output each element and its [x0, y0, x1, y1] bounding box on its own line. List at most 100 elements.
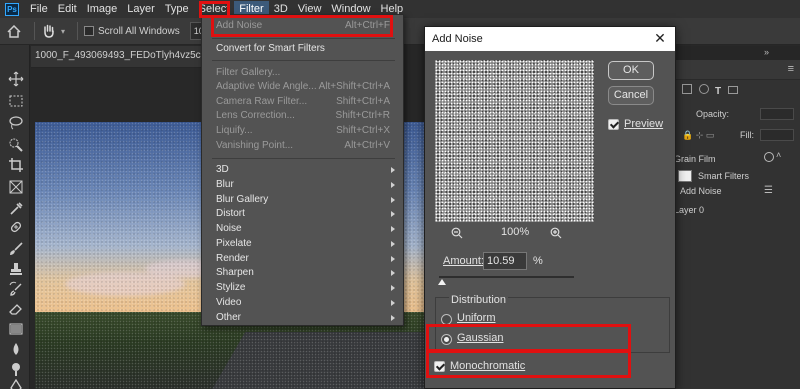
menu-item-stylize[interactable]: Stylize — [202, 281, 403, 295]
fill-label: Fill: — [740, 130, 754, 140]
move-tool-icon[interactable] — [8, 71, 24, 87]
zoom-percent: 100% — [501, 226, 530, 238]
smart-filters-label[interactable]: Smart Filters — [698, 171, 749, 181]
pen-tool-icon[interactable] — [8, 378, 24, 389]
panel-tabs: ≡ — [676, 60, 800, 80]
amount-unit: % — [533, 255, 543, 267]
blur-tool-icon[interactable] — [8, 341, 24, 357]
close-icon[interactable]: ✕ — [653, 31, 667, 45]
menu-item-convert-smart-filters[interactable]: Convert for Smart Filters — [202, 42, 403, 56]
zoom-out-icon[interactable] — [451, 227, 463, 239]
menu-item-sharpen[interactable]: Sharpen — [202, 266, 403, 280]
expand-arrow-icon[interactable]: ˄ — [776, 150, 781, 160]
clone-stamp-tool-icon[interactable] — [8, 261, 24, 277]
filter-item-label[interactable]: Add Noise — [680, 186, 722, 196]
menu-item-other[interactable]: Other — [202, 311, 403, 325]
frame-tool-icon[interactable] — [8, 179, 24, 195]
menu-item-3d[interactable]: 3D — [202, 163, 403, 177]
menu-item-video[interactable]: Video — [202, 296, 403, 310]
menu-item-vanishing-point[interactable]: Vanishing Point... Alt+Ctrl+V — [202, 139, 403, 153]
panel-menu-icon[interactable]: ≡ — [788, 63, 794, 75]
brush-tool-icon[interactable] — [8, 241, 24, 257]
menu-type[interactable]: Type — [160, 1, 194, 17]
photoshop-window: Ps File Edit Image Layer Type Select Fil… — [0, 0, 800, 389]
menu-item-distort[interactable]: Distort — [202, 207, 403, 221]
menu-item-lens-correction[interactable]: Lens Correction... Shift+Ctrl+R — [202, 109, 403, 123]
menu-item-render[interactable]: Render — [202, 252, 403, 266]
divider — [77, 22, 79, 40]
smart-object-icon — [764, 152, 774, 162]
tools-panel — [0, 45, 30, 389]
noise-preview[interactable] — [435, 60, 594, 222]
healing-brush-tool-icon[interactable] — [8, 219, 24, 235]
image-filter-icon[interactable] — [682, 84, 692, 94]
layer-group-name[interactable]: Grain Film — [674, 154, 716, 164]
submenu-arrow-icon — [391, 256, 395, 262]
home-icon[interactable] — [0, 24, 28, 38]
submenu-arrow-icon — [391, 211, 395, 217]
filter-menu: Add Noise Alt+Ctrl+F Convert for Smart F… — [201, 14, 404, 326]
menu-image[interactable]: Image — [82, 1, 123, 17]
lasso-tool-icon[interactable] — [8, 115, 24, 131]
panel-collapse-strip: » — [676, 46, 800, 60]
photoshop-logo-icon: Ps — [5, 2, 19, 16]
submenu-arrow-icon — [391, 197, 395, 203]
preview-label: Preview — [624, 118, 664, 130]
opacity-field[interactable] — [760, 108, 794, 120]
dodge-tool-icon[interactable] — [8, 361, 24, 377]
crop-tool-icon[interactable] — [8, 157, 24, 173]
menu-file[interactable]: File — [25, 1, 53, 17]
menu-item-liquify[interactable]: Liquify... Shift+Ctrl+X — [202, 124, 403, 138]
highlight-gaussian — [426, 324, 631, 352]
amount-label: Amount: — [443, 255, 484, 267]
menu-item-camera-raw-filter[interactable]: Camera Raw Filter... Shift+Ctrl+A — [202, 95, 403, 109]
opacity-label: Opacity: — [696, 109, 730, 119]
quick-select-tool-icon[interactable] — [8, 137, 24, 153]
menu-item-filter-gallery[interactable]: Filter Gallery... — [202, 66, 403, 80]
amount-input[interactable]: 10.59 — [483, 252, 527, 270]
submenu-arrow-icon — [391, 241, 395, 247]
double-chevron-icon[interactable]: » — [764, 47, 769, 57]
dialog-title: Add Noise — [425, 27, 675, 51]
adjustment-filter-icon[interactable] — [698, 84, 709, 94]
submenu-arrow-icon — [391, 270, 395, 276]
history-brush-tool-icon[interactable] — [8, 281, 24, 297]
menu-item-pixelate[interactable]: Pixelate — [202, 237, 403, 251]
scroll-all-windows-checkbox[interactable] — [84, 26, 95, 36]
fill-field[interactable] — [760, 129, 794, 141]
uniform-label: Uniform — [457, 312, 496, 324]
smart-filters-thumbnail — [678, 170, 692, 182]
ok-button[interactable]: OK — [608, 61, 654, 80]
type-filter-icon[interactable]: T — [715, 86, 721, 97]
zoom-in-icon[interactable] — [550, 227, 562, 239]
layer-name[interactable]: Layer 0 — [674, 205, 704, 215]
eyedropper-tool-icon[interactable] — [8, 201, 24, 217]
menu-item-blur[interactable]: Blur — [202, 178, 403, 192]
blending-options-icon[interactable]: ☰ — [764, 185, 773, 196]
chevron-down-icon[interactable]: ▾ — [61, 27, 65, 36]
gradient-tool-icon[interactable] — [8, 321, 24, 337]
cancel-button[interactable]: Cancel — [608, 86, 654, 105]
eraser-tool-icon[interactable] — [8, 301, 24, 317]
preview-checkbox[interactable] — [608, 119, 619, 130]
filter-kind-row: T — [682, 84, 738, 97]
shape-filter-icon[interactable] — [727, 86, 738, 94]
amount-slider-track[interactable] — [439, 276, 574, 278]
divider — [34, 22, 35, 40]
submenu-arrow-icon — [391, 315, 395, 321]
scroll-all-windows-label: Scroll All Windows — [98, 25, 180, 37]
hand-tool-icon[interactable] — [41, 23, 57, 39]
submenu-arrow-icon — [391, 285, 395, 291]
menu-item-noise[interactable]: Noise — [202, 222, 403, 236]
submenu-arrow-icon — [391, 226, 395, 232]
menu-edit[interactable]: Edit — [53, 1, 82, 17]
menu-item-adaptive-wide-angle[interactable]: Adaptive Wide Angle... Alt+Shift+Ctrl+A — [202, 80, 403, 94]
amount-slider-thumb[interactable] — [438, 279, 446, 285]
menu-layer[interactable]: Layer — [122, 1, 160, 17]
menu-item-blur-gallery[interactable]: Blur Gallery — [202, 193, 403, 207]
lock-icons[interactable]: 🔒 ⊹ ▭ — [682, 130, 714, 141]
distribution-label: Distribution — [449, 294, 509, 306]
marquee-tool-icon[interactable] — [8, 93, 24, 109]
highlight-add-noise-item — [211, 15, 393, 37]
layers-panel: » ≡ T Opacity: 🔒 ⊹ ▭ Fill: Grain Film ˄ … — [674, 46, 800, 389]
